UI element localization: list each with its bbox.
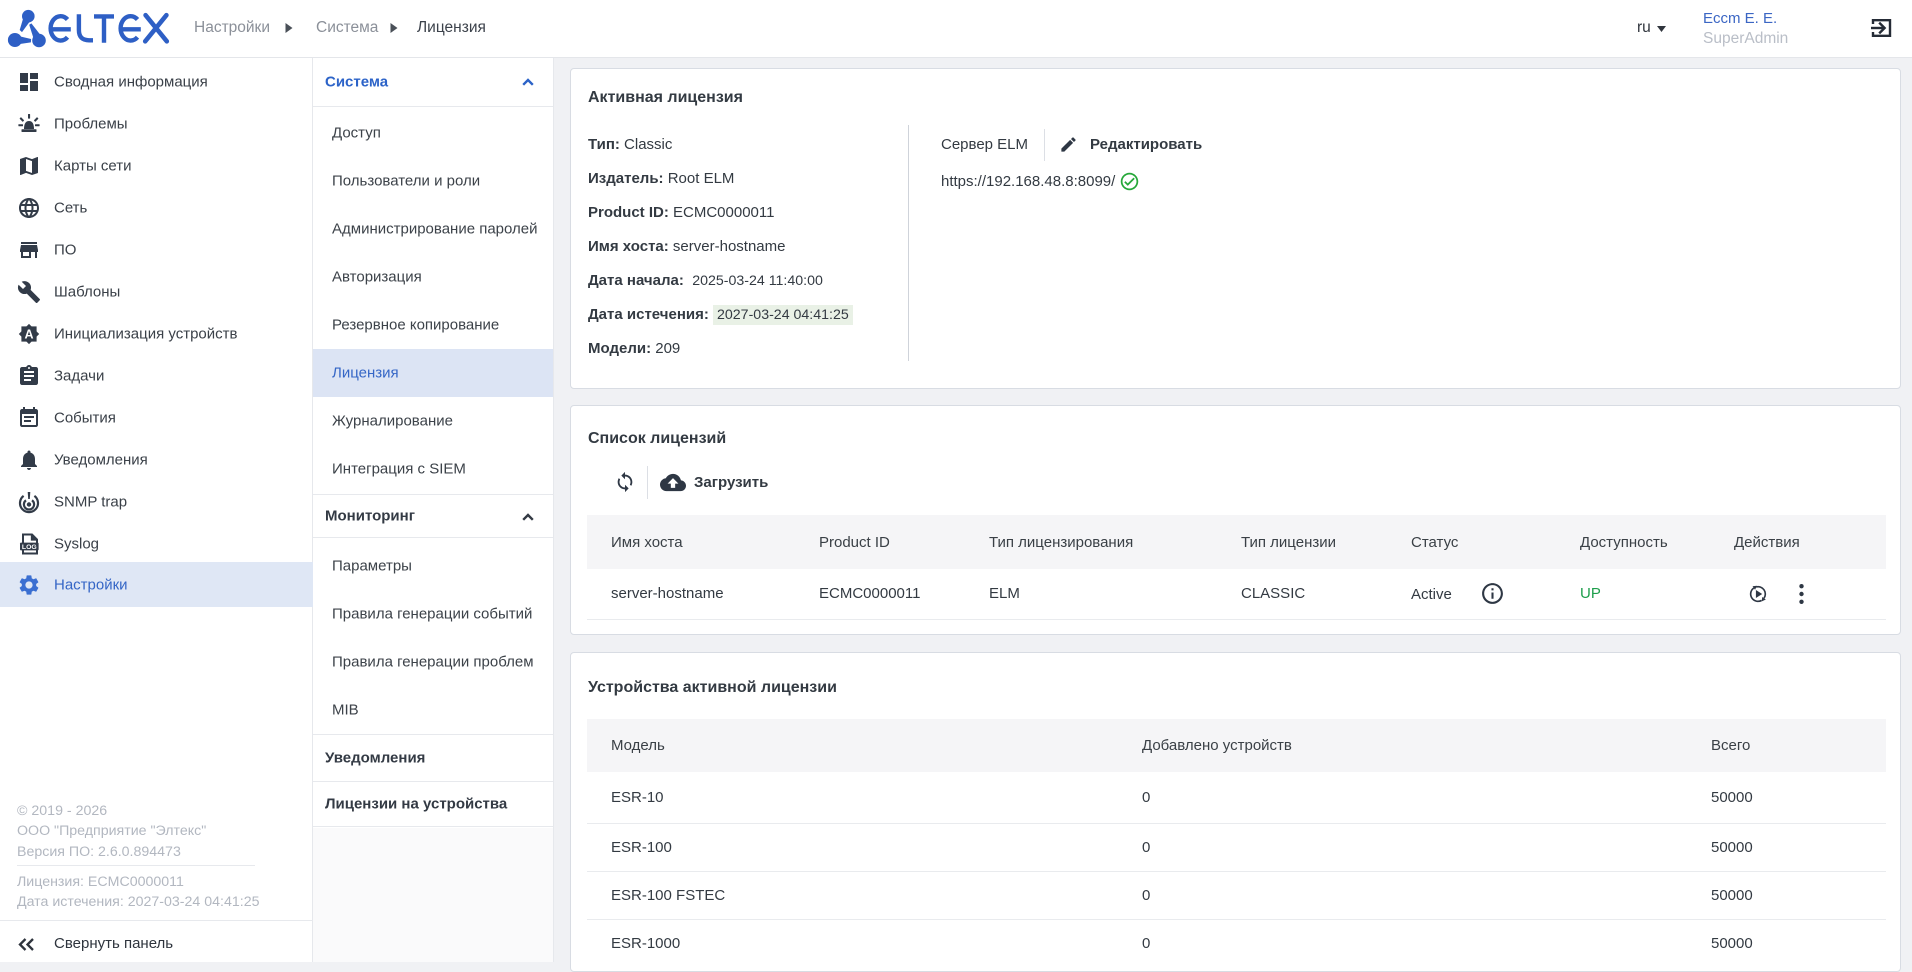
svg-text:A: A <box>24 327 33 341</box>
svg-text:LOG: LOG <box>22 544 37 551</box>
